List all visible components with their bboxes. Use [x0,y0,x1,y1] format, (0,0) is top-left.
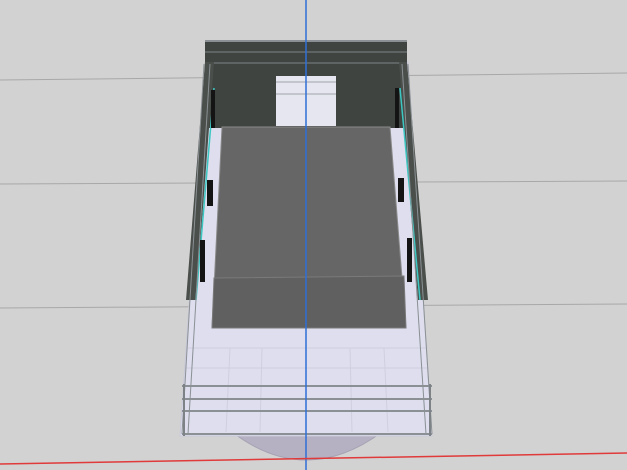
window[interactable] [207,180,213,206]
cabin-roof-rear-panel [211,275,407,329]
window[interactable] [395,88,399,128]
window[interactable] [211,90,215,128]
window[interactable] [407,238,412,282]
window[interactable] [398,178,404,202]
window[interactable] [200,240,205,282]
3d-viewport[interactable] [0,0,627,470]
scene-canvas[interactable] [0,0,627,470]
